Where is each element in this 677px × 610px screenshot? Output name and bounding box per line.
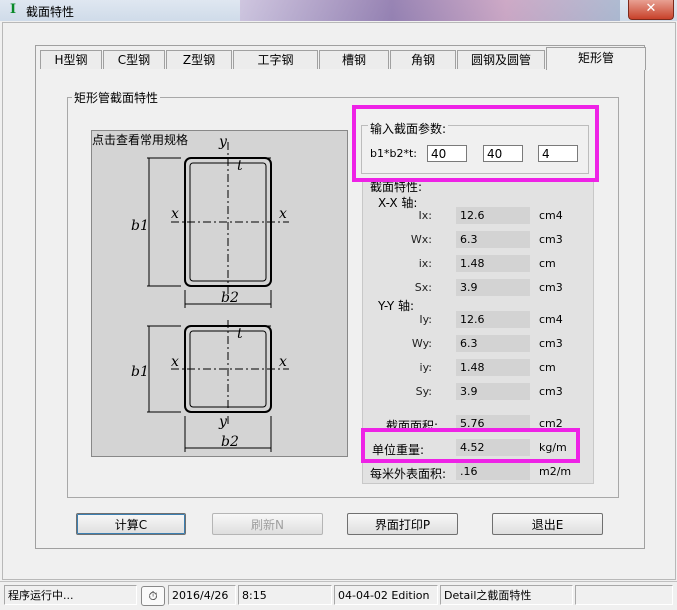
b1-label-top: b1 [131,218,149,234]
t-label-bottom: t [237,326,243,342]
surface-unit: m2/m [539,465,572,478]
tab-h-steel[interactable]: H型钢 [40,50,102,69]
wx-label: Wx: [410,233,432,246]
b2-label-top: b2 [221,290,239,306]
tab-rect-tube[interactable]: 矩形管 [546,47,646,70]
status-detail: Detail之截面特性 [440,585,573,605]
wy-unit: cm3 [539,337,563,350]
rect-tube-drawing: y x x t b1 b2 x x t b1 y b2 [131,134,289,452]
tab-channel[interactable]: 槽钢 [319,50,389,69]
wy-label: Wy: [411,337,432,350]
app-icon: I [9,2,17,17]
status-state: 程序运行中... [4,585,137,605]
calculate-button[interactable]: 计算C [76,513,186,535]
x-axis-label-top-right: x [279,206,287,222]
status-date: 2016/4/26 [168,585,236,605]
rx-label: ix: [418,257,432,270]
sy-unit: cm3 [539,385,563,398]
sx-label: Sx: [414,281,432,294]
x-axis-label-bottom-left: x [171,354,179,370]
y-axis-label-top: y [218,134,228,150]
ix-unit: cm4 [539,209,563,222]
status-edition: 04-04-02 Edition [334,585,438,605]
t-label-top: t [237,158,243,174]
sx-value: 3.9 [456,279,530,296]
input-highlight-box [352,105,599,182]
status-extra [575,585,673,605]
sy-value: 3.9 [456,383,530,400]
ry-label: iy: [419,361,432,374]
close-icon: ✕ [645,1,657,16]
group-title: 矩形管截面特性 [72,89,161,106]
window-title: 截面特性 [26,5,75,19]
sx-unit: cm3 [539,281,563,294]
close-button[interactable]: ✕ [628,0,674,20]
surface-value: .16 [456,463,530,480]
print-button[interactable]: 界面打印P [347,513,458,535]
tab-c-steel[interactable]: C型钢 [103,50,165,69]
wy-value: 6.3 [456,335,530,352]
x-axis-label-bottom-right: x [279,354,287,370]
rx-unit: cm [539,257,556,270]
ry-unit: cm [539,361,556,374]
tab-z-steel[interactable]: Z型钢 [166,50,232,69]
title-bar [0,0,677,21]
ry-value: 1.48 [456,359,530,376]
ix-label: Ix: [418,209,432,222]
iy-label: Iy: [419,313,432,326]
clock-icon: ⏱ [141,586,165,606]
status-time: 8:15 [238,585,332,605]
rx-value: 1.48 [456,255,530,272]
yy-axis-title: Y-Y 轴: [378,299,415,313]
tab-round-tube[interactable]: 圆钢及圆管 [457,50,545,69]
b1-label-bottom: b1 [131,364,149,380]
x-axis-label-top-left: x [171,206,179,222]
tab-i-beam[interactable]: 工字钢 [233,50,318,69]
tab-angle[interactable]: 角钢 [390,50,456,69]
wx-value: 6.3 [456,231,530,248]
wx-unit: cm3 [539,233,563,246]
y-axis-label-bottom: y [218,414,228,430]
weight-highlight-box [361,428,580,463]
refresh-button[interactable]: 刷新N [212,513,323,535]
iy-value: 12.6 [456,311,530,328]
exit-button[interactable]: 退出E [492,513,603,535]
sy-label: Sy: [415,385,432,398]
b2-label-bottom: b2 [221,434,239,450]
iy-unit: cm4 [539,313,563,326]
surface-label: 每米外表面积: [370,467,447,481]
ix-value: 12.6 [456,207,530,224]
